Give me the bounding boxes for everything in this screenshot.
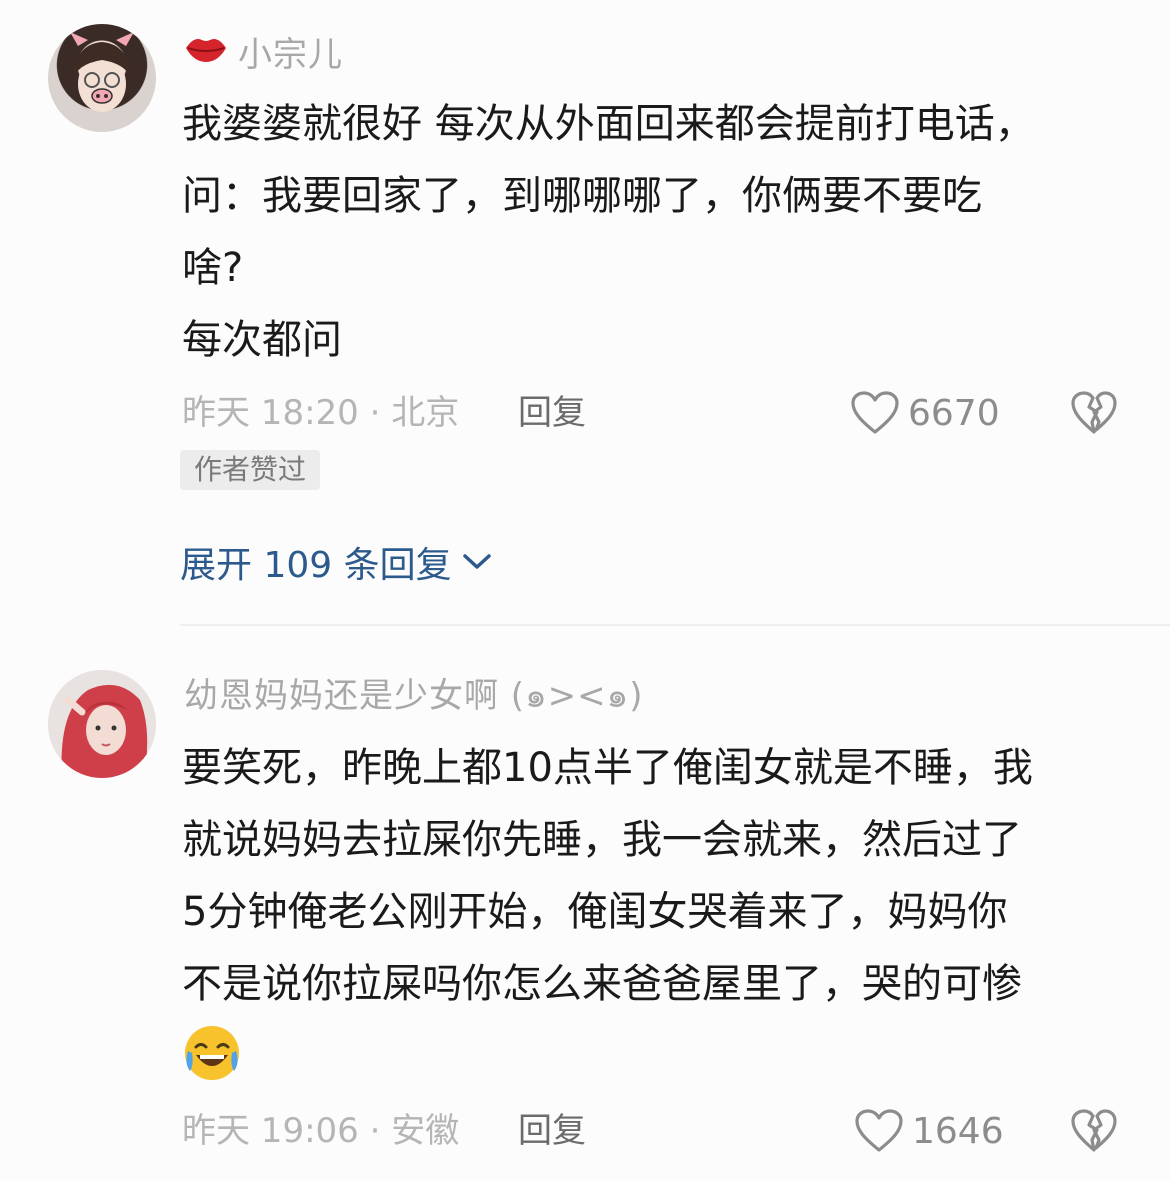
username[interactable]: 幼恩妈妈还是少女啊 (๑><๑)	[184, 668, 643, 722]
expand-replies-label: 展开 109 条回复	[180, 545, 452, 586]
comment-header: 小宗儿	[184, 27, 343, 76]
comment-item: 幼恩妈妈还是少女啊 (๑><๑) 要笑死，昨晚上都10点半了俺闺女就是不睡，我 …	[0, 640, 1170, 1180]
reply-button[interactable]: 回复	[518, 388, 586, 438]
laughing-crying-emoji	[185, 1026, 239, 1080]
comment-item: 小宗儿 我婆婆就很好 每次从外面回来都会提前打电话， 问：我要回家了，到哪哪哪了…	[0, 0, 1170, 610]
divider	[180, 624, 1170, 626]
heart-icon	[855, 1109, 903, 1152]
broken-heart-icon[interactable]	[1070, 1108, 1118, 1154]
avatar[interactable]	[48, 24, 156, 132]
reply-button[interactable]: 回复	[518, 1106, 586, 1156]
comment-meta: 昨天 18:20 · 北京 回复 6670	[182, 388, 1122, 438]
like-count: 1646	[912, 1110, 1004, 1152]
like-count: 6670	[908, 392, 1000, 434]
lips-icon	[184, 34, 228, 68]
avatar[interactable]	[48, 670, 156, 778]
comment-text: 要笑死，昨晚上都10点半了俺闺女就是不睡，我 就说妈妈去拉屎你先睡，我一会就来，…	[182, 745, 1033, 1007]
like-button[interactable]: 1646	[854, 1106, 1004, 1156]
like-button[interactable]: 6670	[850, 388, 1000, 438]
author-liked-badge: 作者赞过	[180, 450, 321, 490]
avatar-image	[48, 670, 156, 778]
timestamp-location: 昨天 18:20 · 北京	[182, 393, 460, 433]
chevron-down-icon	[462, 554, 491, 569]
timestamp-location: 昨天 19:06 · 安徽	[182, 1111, 460, 1151]
heart-icon	[851, 391, 899, 434]
broken-heart-icon[interactable]	[1070, 390, 1118, 436]
comment-text: 我婆婆就很好 每次从外面回来都会提前打电话， 问：我要回家了，到哪哪哪了，你俩要…	[182, 101, 1035, 363]
avatar-image	[70, 32, 134, 112]
expand-replies-button[interactable]: 展开 109 条回复	[180, 536, 492, 588]
username[interactable]: 小宗儿	[238, 27, 343, 76]
comment-header: 幼恩妈妈还是少女啊 (๑><๑)	[184, 672, 643, 718]
comment-meta: 昨天 19:06 · 安徽 回复 1646	[182, 1106, 1122, 1156]
